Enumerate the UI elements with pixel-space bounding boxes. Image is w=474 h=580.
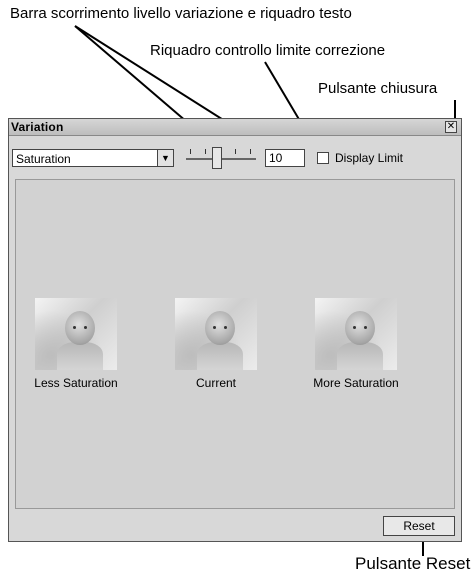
reset-button[interactable]: Reset xyxy=(383,516,455,536)
thumbnail-label: Current xyxy=(195,376,236,390)
callout-limit-checkbox: Riquadro controllo limite correzione xyxy=(150,42,386,59)
variation-level-input[interactable]: 10 xyxy=(265,149,305,167)
variation-type-select[interactable]: Saturation ▼ xyxy=(12,149,174,167)
display-limit-label: Display Limit xyxy=(335,151,404,165)
thumbnail-current[interactable]: Current xyxy=(166,298,266,390)
variation-preview-panel: Less Saturation Current More Saturation xyxy=(15,179,455,509)
variation-level-slider[interactable] xyxy=(186,144,256,174)
preview-image-less[interactable] xyxy=(35,298,117,370)
select-value: Saturation xyxy=(16,152,71,166)
chevron-down-icon[interactable]: ▼ xyxy=(157,150,173,166)
slider-tick xyxy=(235,149,236,154)
window-title: Variation xyxy=(11,120,64,134)
callout-close-button: Pulsante chiusura xyxy=(318,80,438,97)
thumbnail-label: Less Saturation xyxy=(34,376,118,390)
thumbnail-less[interactable]: Less Saturation xyxy=(26,298,126,390)
callout-reset-button: Pulsante Reset xyxy=(355,554,471,573)
thumbnail-label: More Saturation xyxy=(313,376,399,390)
slider-thumb[interactable] xyxy=(212,147,222,169)
slider-tick xyxy=(250,149,251,154)
title-bar[interactable]: Variation ✕ xyxy=(9,119,461,136)
slider-tick xyxy=(190,149,191,154)
thumbnail-more[interactable]: More Saturation xyxy=(306,298,406,390)
display-limit-checkbox[interactable] xyxy=(317,152,329,164)
preview-image-more[interactable] xyxy=(315,298,397,370)
callout-slider-textbox: Barra scorrimento livello variazione e r… xyxy=(10,5,352,22)
close-icon[interactable]: ✕ xyxy=(445,121,457,133)
variation-dialog: Variation ✕ Saturation ▼ 10 Display Limi… xyxy=(8,118,462,542)
slider-tick xyxy=(205,149,206,154)
preview-image-current[interactable] xyxy=(175,298,257,370)
